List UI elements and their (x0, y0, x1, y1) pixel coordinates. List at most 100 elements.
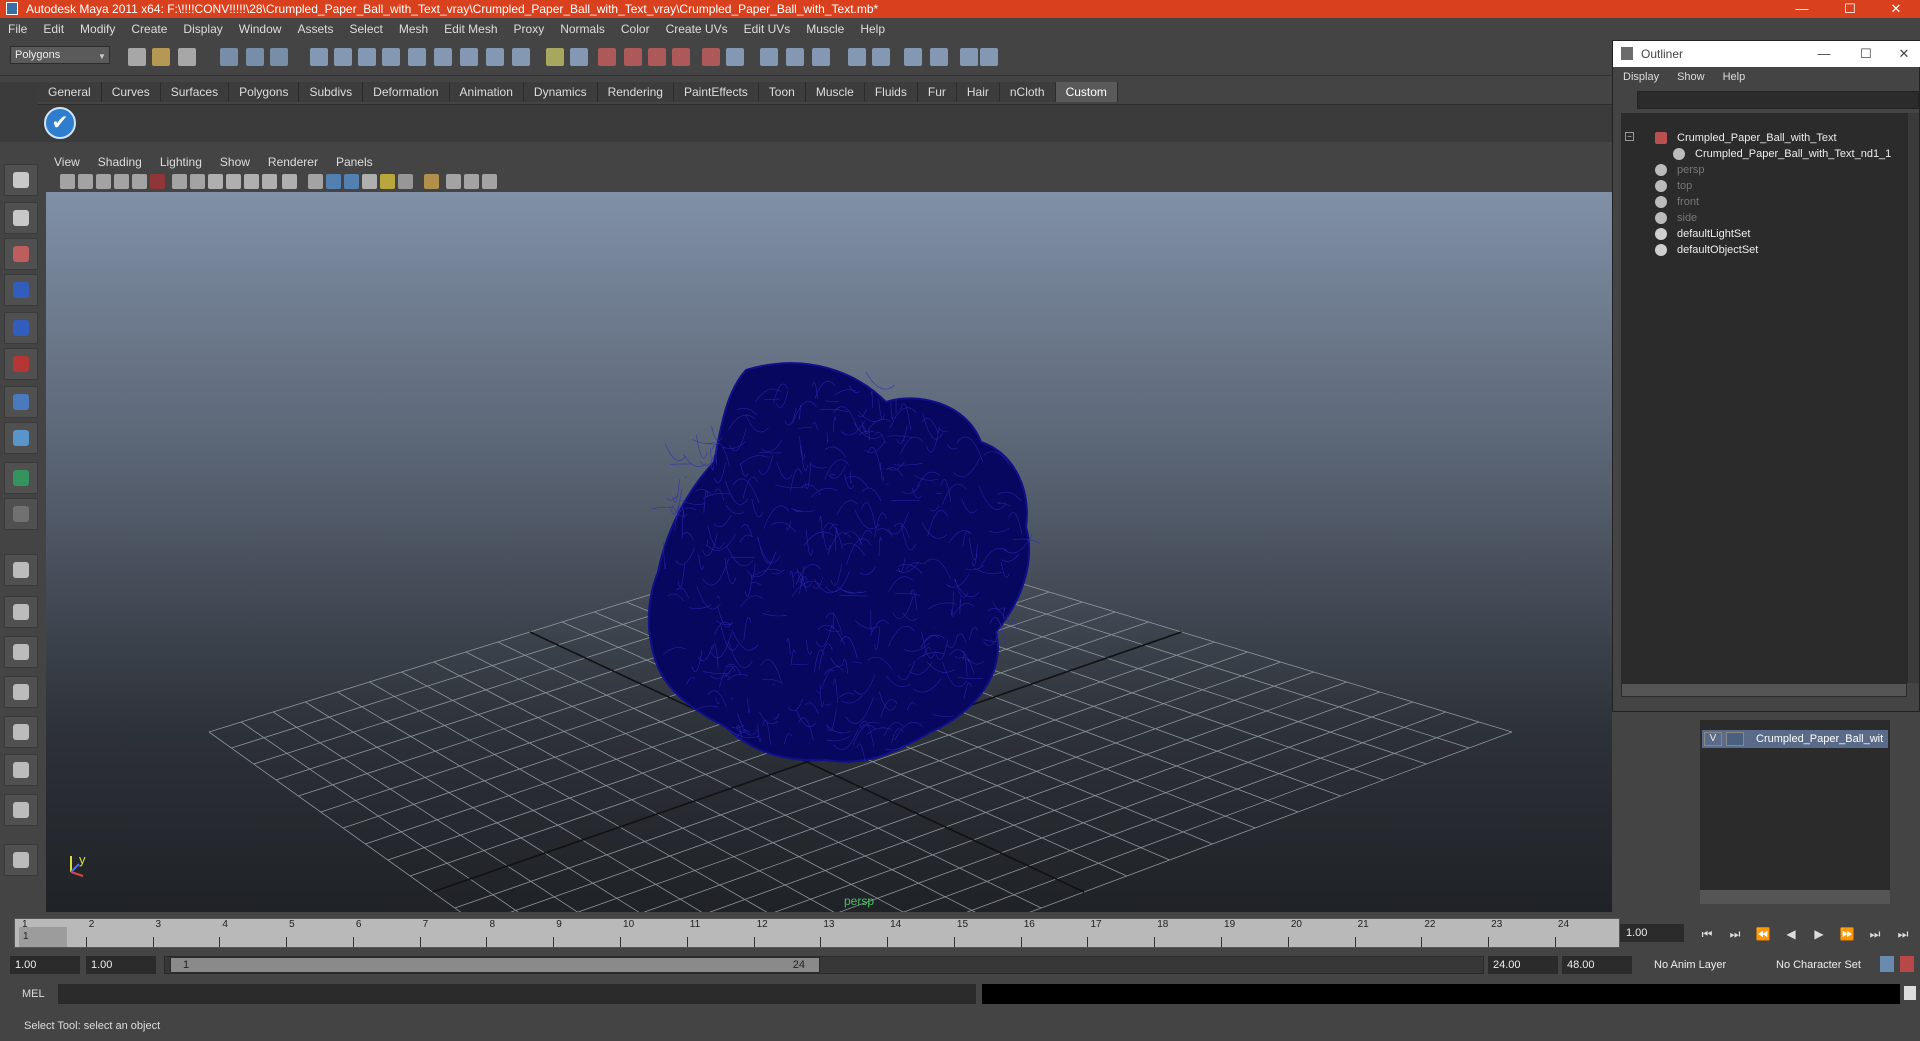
layout-single-icon[interactable] (4, 554, 38, 586)
toolbar-tool-icon[interactable] (872, 48, 890, 66)
toolbar-tool-icon[interactable] (760, 48, 778, 66)
menu-edit-uvs[interactable]: Edit UVs (744, 22, 791, 36)
toolbar-tool-icon[interactable] (178, 48, 196, 66)
last-tool-icon[interactable] (4, 498, 38, 530)
menu-window[interactable]: Window (239, 22, 282, 36)
toolbar-tool-icon[interactable] (980, 48, 998, 66)
toolbar-tool-icon[interactable] (930, 48, 948, 66)
shelf-tab-general[interactable]: General (38, 82, 102, 102)
toolbar-tool-icon[interactable] (546, 48, 564, 66)
toolbar-tool-icon[interactable] (812, 48, 830, 66)
go-to-end-icon[interactable]: ⏭ (1892, 924, 1914, 944)
toolbar-tool-icon[interactable] (434, 48, 452, 66)
auto-key-icon[interactable] (1900, 956, 1914, 972)
layout-hypershade-icon[interactable] (4, 716, 38, 748)
menu-file[interactable]: File (8, 22, 27, 36)
scale-tool-icon[interactable] (4, 348, 38, 380)
shelf-tab-ncloth[interactable]: nCloth (999, 82, 1056, 102)
anim-layer-selector[interactable]: No Anim Layer (1650, 956, 1752, 974)
panel-tool-icon[interactable] (132, 174, 147, 189)
go-to-start-icon[interactable]: ⏮ (1696, 924, 1718, 944)
panel-tool-icon[interactable] (262, 174, 277, 189)
shelf-tab-muscle[interactable]: Muscle (805, 82, 865, 102)
close-button[interactable]: ✕ (1876, 0, 1916, 18)
play-forward-icon[interactable]: ▶ (1808, 924, 1830, 944)
toolbar-tool-icon[interactable] (246, 48, 264, 66)
toolbar-tool-icon[interactable] (726, 48, 744, 66)
shelf-tab-deformation[interactable]: Deformation (363, 82, 450, 102)
menu-color[interactable]: Color (621, 22, 650, 36)
menu-set-selector[interactable]: Polygons (10, 46, 110, 64)
outliner-item[interactable]: defaultObjectSet (1621, 241, 1907, 259)
toolbar-tool-icon[interactable] (334, 48, 352, 66)
shelf-tab-custom[interactable]: Custom (1055, 82, 1118, 102)
toolbar-tool-icon[interactable] (382, 48, 400, 66)
layout-four-icon[interactable] (4, 596, 38, 628)
menu-muscle[interactable]: Muscle (806, 22, 844, 36)
panel-tool-icon[interactable] (326, 174, 341, 189)
layout-persp-outliner-icon[interactable] (4, 636, 38, 668)
panel-tool-icon[interactable] (244, 174, 259, 189)
shelf-options[interactable] (0, 82, 38, 142)
shelf-tab-hair[interactable]: Hair (956, 82, 1000, 102)
panel-tool-icon[interactable] (78, 174, 93, 189)
toolbar-tool-icon[interactable] (904, 48, 922, 66)
outliner-minimize-button[interactable]: — (1807, 41, 1841, 67)
current-time-marker[interactable]: 1 (19, 927, 67, 947)
panel-tool-icon[interactable] (190, 174, 205, 189)
panel-tool-icon[interactable] (424, 174, 439, 189)
shelf-tab-polygons[interactable]: Polygons (229, 82, 300, 102)
menu-create-uvs[interactable]: Create UVs (666, 22, 728, 36)
panel-tool-icon[interactable] (446, 174, 461, 189)
outliner-menu-help[interactable]: Help (1723, 71, 1746, 83)
shelf-tab-curves[interactable]: Curves (101, 82, 161, 102)
toolbar-tool-icon[interactable] (848, 48, 866, 66)
panel-menu-shading[interactable]: Shading (98, 155, 142, 169)
panel-tool-icon[interactable] (344, 174, 359, 189)
panel-tool-icon[interactable] (308, 174, 323, 189)
step-forward-frame-icon[interactable]: ⏩ (1836, 924, 1858, 944)
universal-manipulator-icon[interactable] (4, 386, 38, 418)
panel-menu-panels[interactable]: Panels (336, 155, 373, 169)
show-manipulator-icon[interactable] (4, 462, 38, 494)
toolbar-tool-icon[interactable] (128, 48, 146, 66)
shelf-tab-animation[interactable]: Animation (449, 82, 524, 102)
outliner-vertical-scrollbar[interactable] (1907, 113, 1919, 683)
menu-mesh[interactable]: Mesh (399, 22, 428, 36)
shelf-tab-subdivs[interactable]: Subdivs (299, 82, 364, 102)
toolbar-tool-icon[interactable] (786, 48, 804, 66)
rotate-tool-icon[interactable] (4, 312, 38, 344)
step-forward-key-icon[interactable]: ⏭ (1864, 924, 1886, 944)
animation-start-field[interactable]: 1.00 (86, 956, 156, 974)
panel-tool-icon[interactable] (464, 174, 479, 189)
layout-persp-graph-icon[interactable] (4, 676, 38, 708)
toolbar-tool-icon[interactable] (672, 48, 690, 66)
toolbar-tool-icon[interactable] (570, 48, 588, 66)
shelf-tab-fluids[interactable]: Fluids (864, 82, 918, 102)
layer-name[interactable]: Crumpled_Paper_Ball_wit (1756, 730, 1888, 748)
outliner-horizontal-scrollbar[interactable] (1621, 683, 1907, 697)
panel-tool-icon[interactable] (362, 174, 377, 189)
panel-tool-icon[interactable] (482, 174, 497, 189)
panel-tool-icon[interactable] (226, 174, 241, 189)
shelf-tab-surfaces[interactable]: Surfaces (160, 82, 230, 102)
outliner-close-button[interactable]: ✕ (1887, 41, 1920, 67)
script-editor-icon[interactable] (1904, 986, 1916, 1000)
shelf-tab-fur[interactable]: Fur (917, 82, 957, 102)
paint-select-icon[interactable] (4, 238, 38, 270)
menu-create[interactable]: Create (131, 22, 167, 36)
toolbar-tool-icon[interactable] (648, 48, 666, 66)
menu-modify[interactable]: Modify (80, 22, 115, 36)
lasso-tool-icon[interactable] (4, 202, 38, 234)
shelf-tab-toon[interactable]: Toon (758, 82, 806, 102)
play-backward-icon[interactable]: ◀ (1780, 924, 1802, 944)
collapse-icon[interactable]: − (1625, 132, 1634, 141)
panel-tool-icon[interactable] (282, 174, 297, 189)
panel-tool-icon[interactable] (172, 174, 187, 189)
menu-normals[interactable]: Normals (560, 22, 605, 36)
layer-horizontal-scrollbar[interactable] (1700, 890, 1890, 904)
character-set-selector[interactable]: No Character Set (1772, 956, 1876, 974)
layer-color-swatch[interactable] (1726, 732, 1744, 746)
range-start-field[interactable]: 1.00 (10, 956, 80, 974)
toolbar-tool-icon[interactable] (220, 48, 238, 66)
